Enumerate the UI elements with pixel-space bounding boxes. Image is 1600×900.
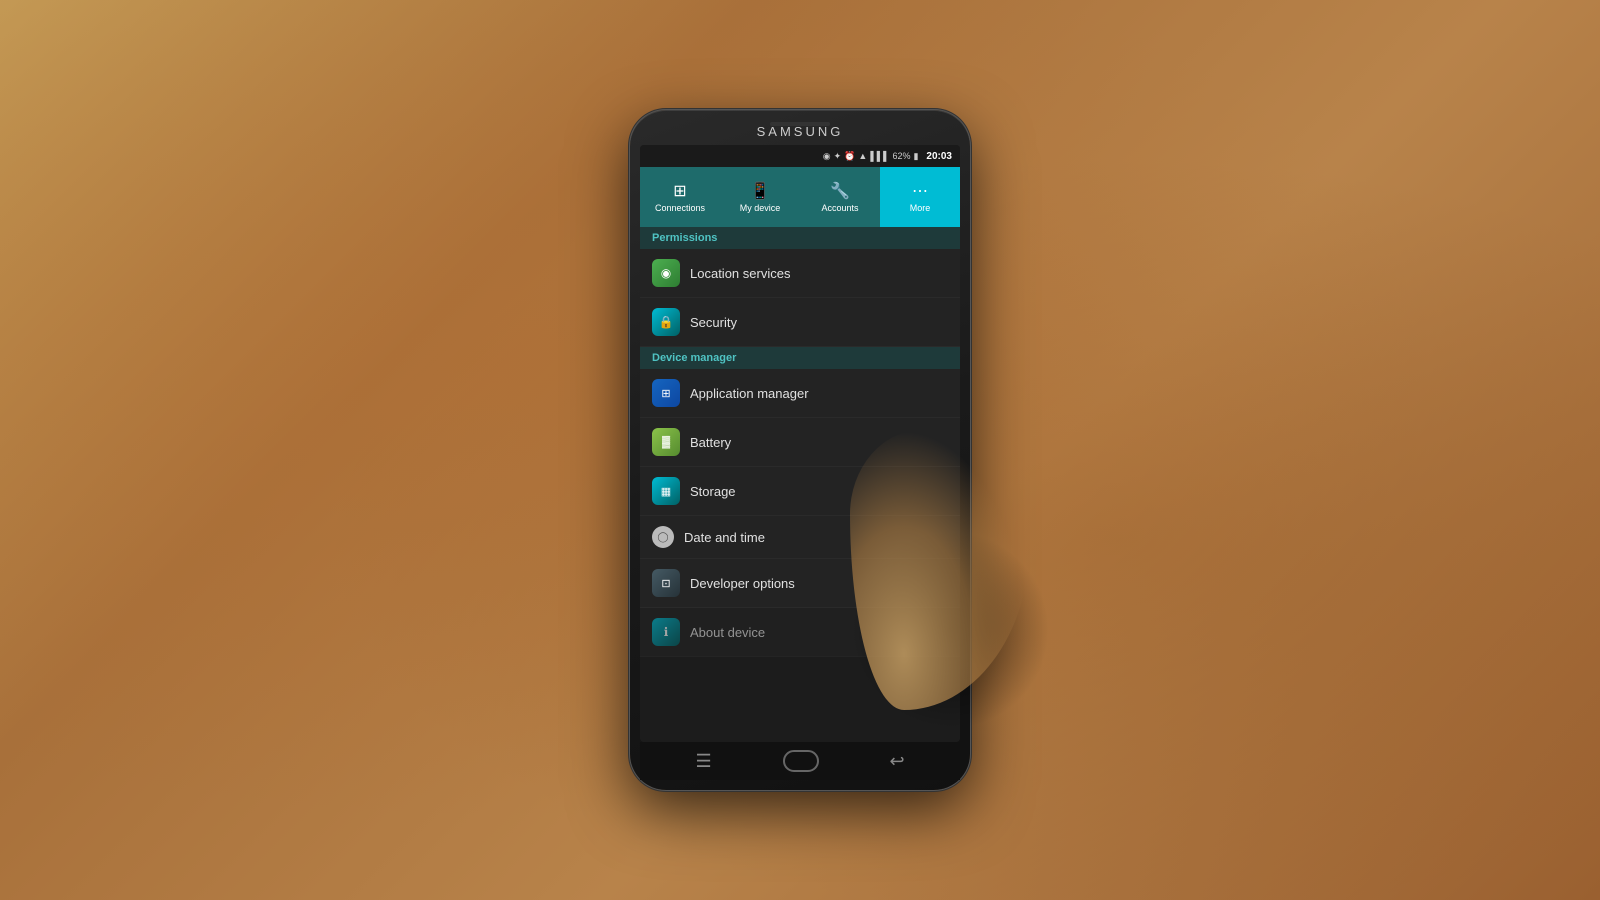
- application-manager-icon: ⊞: [652, 379, 680, 407]
- storage-item[interactable]: ▦ Storage: [640, 467, 960, 516]
- signal-icon: ▌▌▌: [870, 151, 889, 161]
- permissions-header: Permissions: [640, 227, 960, 249]
- about-device-icon: ℹ: [652, 618, 680, 646]
- developer-options-item[interactable]: ⊡ Developer options: [640, 559, 960, 608]
- phone-bottom-nav: ☰ ↩: [640, 742, 960, 780]
- settings-list: Permissions ◉ Location services 🔒 Securi…: [640, 227, 960, 742]
- application-manager-item[interactable]: ⊞ Application manager: [640, 369, 960, 418]
- location-services-item[interactable]: ◉ Location services: [640, 249, 960, 298]
- phone-device: SAMSUNG ◉ ✦ ⏰ ▲ ▌▌▌ 62% ▮ 20:03 ⊞: [630, 110, 970, 790]
- connections-label: Connections: [655, 203, 705, 213]
- location-services-label: Location services: [690, 266, 790, 281]
- wifi-icon: ▲: [858, 151, 867, 161]
- battery-item-icon: ▓: [652, 428, 680, 456]
- more-icon: ⋯: [912, 181, 928, 201]
- security-label: Security: [690, 315, 737, 330]
- alarm-icon: ⏰: [844, 151, 855, 162]
- date-time-label: Date and time: [684, 530, 765, 545]
- security-item[interactable]: 🔒 Security: [640, 298, 960, 347]
- battery-item[interactable]: ▓ Battery: [640, 418, 960, 467]
- phone-notch: [770, 122, 830, 126]
- about-device-item[interactable]: ℹ About device: [640, 608, 960, 657]
- battery-percent: 62%: [892, 151, 910, 161]
- back-button[interactable]: ↩: [889, 751, 904, 772]
- connections-icon: ⊞: [673, 181, 686, 201]
- tab-more[interactable]: ⋯ More: [880, 167, 960, 227]
- storage-icon: ▦: [652, 477, 680, 505]
- security-icon: 🔒: [652, 308, 680, 336]
- my-device-icon: 📱: [750, 181, 770, 201]
- developer-options-label: Developer options: [690, 576, 795, 591]
- about-device-label: About device: [690, 625, 765, 640]
- phone-screen: ◉ ✦ ⏰ ▲ ▌▌▌ 62% ▮ 20:03 ⊞ Connections 📱: [640, 145, 960, 742]
- developer-options-icon: ⊡: [652, 569, 680, 597]
- accounts-icon: 🔧: [830, 181, 850, 201]
- menu-button[interactable]: ☰: [695, 751, 711, 772]
- status-bar: ◉ ✦ ⏰ ▲ ▌▌▌ 62% ▮ 20:03: [640, 145, 960, 167]
- application-manager-label: Application manager: [690, 386, 809, 401]
- status-icons: ◉ ✦ ⏰ ▲ ▌▌▌ 62% ▮: [823, 151, 919, 162]
- battery-icon: ▮: [913, 151, 918, 162]
- tab-accounts[interactable]: 🔧 Accounts: [800, 167, 880, 227]
- samsung-logo: SAMSUNG: [757, 124, 844, 139]
- device-manager-header: Device manager: [640, 347, 960, 369]
- notification-icon: ◉: [823, 151, 831, 162]
- bluetooth-icon: ✦: [834, 151, 842, 162]
- clock: 20:03: [926, 151, 952, 162]
- my-device-label: My device: [740, 203, 781, 213]
- tab-bar: ⊞ Connections 📱 My device 🔧 Accounts ⋯ M…: [640, 167, 960, 227]
- more-label: More: [910, 203, 931, 213]
- battery-label: Battery: [690, 435, 731, 450]
- tab-my-device[interactable]: 📱 My device: [720, 167, 800, 227]
- phone-wrapper: SAMSUNG ◉ ✦ ⏰ ▲ ▌▌▌ 62% ▮ 20:03 ⊞: [630, 110, 970, 790]
- home-button[interactable]: [783, 750, 819, 772]
- phone-top: SAMSUNG: [640, 120, 960, 145]
- tab-connections[interactable]: ⊞ Connections: [640, 167, 720, 227]
- accounts-label: Accounts: [821, 203, 858, 213]
- location-services-icon: ◉: [652, 259, 680, 287]
- storage-label: Storage: [690, 484, 736, 499]
- date-time-icon: ◯: [652, 526, 674, 548]
- date-time-item[interactable]: ◯ Date and time: [640, 516, 960, 559]
